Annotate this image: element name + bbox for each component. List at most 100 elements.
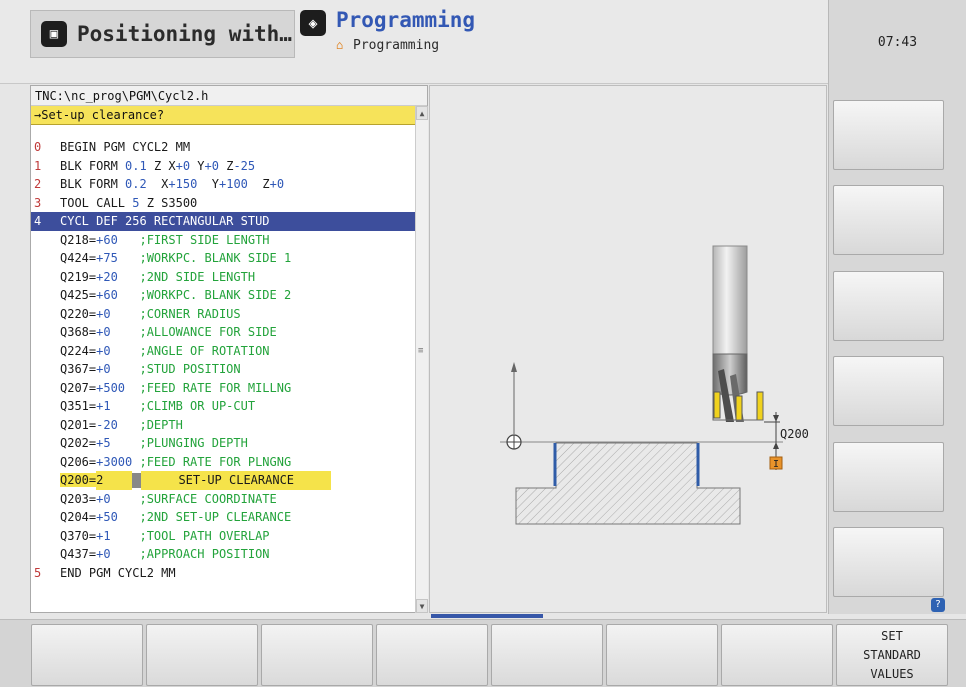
parameter-comment: ;2ND SET-UP CLEARANCE (139, 510, 292, 524)
cutter-insert-2 (735, 395, 743, 421)
softkey-3[interactable] (261, 624, 373, 686)
program-line[interactable]: Q202=+5 ;PLUNGING DEPTH (31, 434, 415, 453)
vertical-softkey-4[interactable] (833, 356, 944, 426)
program-line[interactable]: 2 BLK FORM 0.2 X+150 Y+100 Z+0 (31, 175, 415, 194)
program-line[interactable]: 1 BLK FORM 0.1 Z X+0 Y+0 Z-25 (31, 157, 415, 176)
softkey-5[interactable] (491, 624, 603, 686)
program-line[interactable]: Q206=+3000 ;FEED RATE FOR PLNGNG (31, 453, 415, 472)
parameter-name: Q220= (60, 306, 97, 321)
parameter-value: +50 (96, 510, 118, 524)
axis-marker-label: I (773, 459, 779, 470)
line-number: 5 (34, 565, 42, 580)
parameter-name: Q206= (60, 454, 97, 469)
mode-tab-positioning[interactable]: ▣ Positioning with… (30, 10, 295, 58)
program-line[interactable]: Q425=+60 ;WORKPC. BLANK SIDE 2 (31, 286, 415, 305)
program-line[interactable]: 3 TOOL CALL 5 Z S3500 (31, 194, 415, 213)
vertical-softkey-3[interactable] (833, 271, 944, 341)
parameter-comment: ;WORKPC. BLANK SIDE 1 (139, 251, 292, 265)
scroll-down-arrow-icon[interactable]: ▼ (416, 599, 428, 613)
program-line[interactable]: Q204=+50 ;2ND SET-UP CLEARANCE (31, 508, 415, 527)
scrollbar[interactable]: ▲ ≡ ▼ (415, 106, 428, 613)
set-standard-values-softkey[interactable]: SET STANDARD VALUES (836, 624, 948, 686)
parameter-value: +5 (96, 436, 111, 450)
header-bar: ▣ Positioning with… ◈ Programming ⌂ Progr… (0, 0, 966, 84)
vertical-softkey-1[interactable] (833, 100, 944, 170)
line-text: Z (247, 177, 270, 191)
vertical-softkey-6[interactable] (833, 527, 944, 597)
program-line[interactable]: 5 END PGM CYCL2 MM (31, 564, 415, 583)
program-line[interactable]: Q367=+0 ;STUD POSITION (31, 360, 415, 379)
program-line[interactable]: Q437=+0 ;APPROACH POSITION (31, 545, 415, 564)
q200-label: Q200 (780, 427, 809, 441)
program-line[interactable]: Q220=+0 ;CORNER RADIUS (31, 305, 415, 324)
tab-indicator (431, 614, 543, 618)
numeric-value: +150 (168, 177, 198, 191)
softkey-line-1: SET (881, 628, 903, 643)
parameter-name: Q351= (60, 399, 97, 413)
parameter-comment: ;ALLOWANCE FOR SIDE (139, 325, 277, 339)
parameter-comment: ;STUD POSITION (139, 362, 241, 376)
program-line[interactable]: Q368=+0 ;ALLOWANCE FOR SIDE (31, 323, 415, 342)
help-icon[interactable]: ? (931, 598, 945, 612)
parameter-value: +60 (96, 288, 118, 302)
line-number: 3 (34, 195, 42, 210)
numeric-value: +0 (204, 158, 219, 173)
line-text: END PGM CYCL2 MM (60, 565, 176, 580)
vertical-softkey-bar (828, 84, 966, 614)
parameter-name: Q368= (60, 325, 97, 339)
parameter-name: Q437= (60, 547, 97, 561)
parameter-comment: ;TOOL PATH OVERLAP (139, 528, 270, 543)
softkey-4[interactable] (376, 624, 488, 686)
horizontal-softkey-bar: SET STANDARD VALUES (0, 619, 966, 687)
program-line[interactable]: Q219=+20 ;2ND SIDE LENGTH (31, 268, 415, 287)
program-line[interactable]: Q370=+1 ;TOOL PATH OVERLAP (31, 527, 415, 546)
scroll-up-arrow-icon[interactable]: ▲ (416, 106, 428, 120)
current-program-line[interactable]: Q200=2 SET-UP CLEARANCE (31, 471, 415, 490)
z-axis-arrow (511, 362, 517, 372)
scroll-grip-icon[interactable]: ≡ (418, 346, 426, 356)
program-editor[interactable]: TNC:\nc_prog\PGM\Cycl2.h →Set-up clearan… (30, 85, 428, 613)
parameter-value[interactable]: 2 (96, 471, 133, 490)
parameter-name: Q200= (60, 473, 97, 487)
input-prompt: →Set-up clearance? (31, 106, 427, 125)
program-line[interactable]: Q203=+0 ;SURFACE COORDINATE (31, 490, 415, 509)
cutter-insert-3 (756, 391, 764, 421)
program-line[interactable]: Q201=-20 ;DEPTH (31, 416, 415, 435)
numeric-value: +100 (219, 177, 248, 191)
line-text: BLK FORM (60, 158, 126, 173)
program-line[interactable]: Q224=+0 ;ANGLE OF ROTATION (31, 342, 415, 361)
parameter-value: +0 (96, 325, 111, 339)
numeric-value: -25 (233, 158, 256, 173)
parameter-value: +0 (96, 491, 111, 506)
positioning-mode-icon: ▣ (41, 21, 67, 47)
selected-program-line[interactable]: 4 CYCL DEF 256 RECTANGULAR STUD (31, 212, 415, 231)
parameter-name: Q224= (60, 343, 97, 358)
program-line[interactable]: Q424=+75 ;WORKPC. BLANK SIDE 1 (31, 249, 415, 268)
parameter-comment: ;FEED RATE FOR PLNGNG (139, 454, 292, 469)
program-line[interactable]: 0 BEGIN PGM CYCL2 MM (31, 138, 415, 157)
line-text: Z (218, 158, 234, 173)
parameter-value: +0 (96, 362, 111, 376)
mode-title: Programming (336, 8, 476, 32)
softkey-1[interactable] (31, 624, 143, 686)
vertical-softkey-5[interactable] (833, 442, 944, 512)
numeric-value: +0 (269, 177, 285, 191)
program-line[interactable]: Q207=+500 ;FEED RATE FOR MILLNG (31, 379, 415, 398)
parameter-comment: ;SURFACE COORDINATE (139, 491, 277, 506)
numeric-value: +0 (175, 158, 191, 173)
line-number: 1 (34, 158, 42, 173)
line-number: 4 (34, 214, 42, 228)
vertical-softkey-2[interactable] (833, 185, 944, 255)
numeric-value: 0.1 (125, 158, 147, 173)
softkey-line-2: STANDARD (863, 647, 921, 662)
parameter-value: +3000 (96, 454, 133, 469)
softkey-7[interactable] (721, 624, 833, 686)
clock-area: 07:43 (828, 0, 966, 84)
line-text: BEGIN PGM CYCL2 MM (60, 140, 191, 154)
softkey-2[interactable] (146, 624, 258, 686)
softkey-6[interactable] (606, 624, 718, 686)
program-line[interactable]: Q351=+1 ;CLIMB OR UP-CUT (31, 397, 415, 416)
line-text: Z S3500 (139, 195, 198, 210)
file-path: TNC:\nc_prog\PGM\Cycl2.h (31, 86, 427, 106)
program-line[interactable]: Q218=+60 ;FIRST SIDE LENGTH (31, 231, 415, 250)
